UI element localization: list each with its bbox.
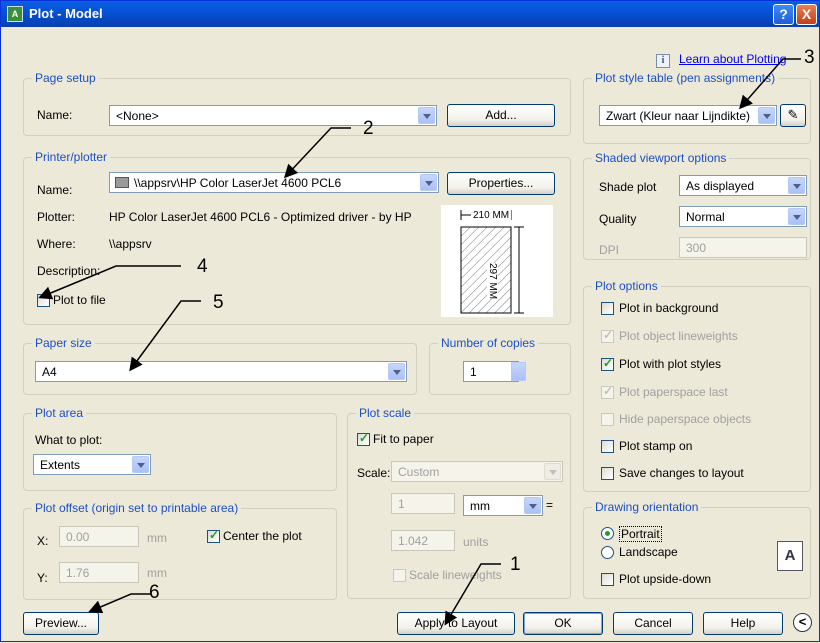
annotation-2: 2 <box>363 118 374 139</box>
annotation-3: 3 <box>804 47 815 68</box>
annotation-6: 6 <box>149 582 160 603</box>
annotation-1: 1 <box>510 554 521 575</box>
plot-dialog: A Plot - Model ? X i Learn about Plottin… <box>0 0 820 642</box>
annotation-4: 4 <box>197 256 208 277</box>
annotation-5: 5 <box>213 292 224 313</box>
annotation-arrows <box>38 58 801 626</box>
